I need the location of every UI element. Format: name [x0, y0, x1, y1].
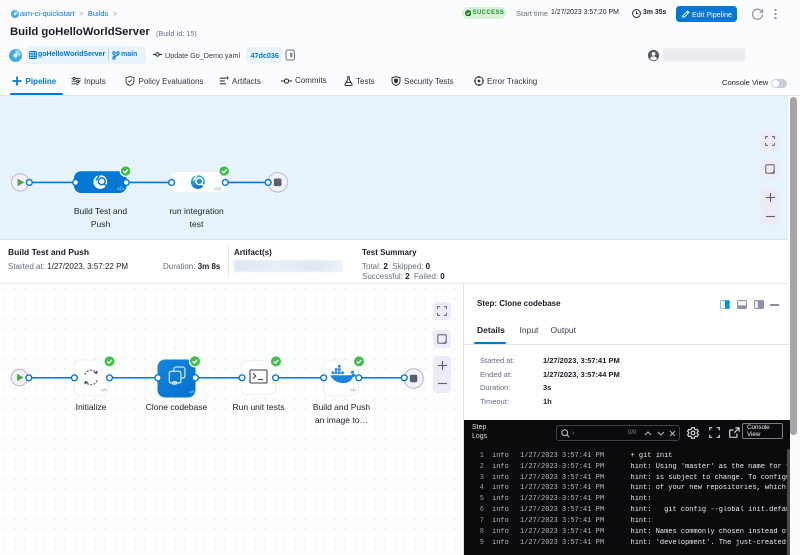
- svg-text:</>: </>: [101, 388, 108, 393]
- svg-text:</>: </>: [117, 187, 124, 193]
- svg-text:</>: </>: [215, 187, 222, 193]
- svg-text:</>: </>: [189, 390, 196, 395]
- svg-text:</>: </>: [351, 388, 358, 393]
